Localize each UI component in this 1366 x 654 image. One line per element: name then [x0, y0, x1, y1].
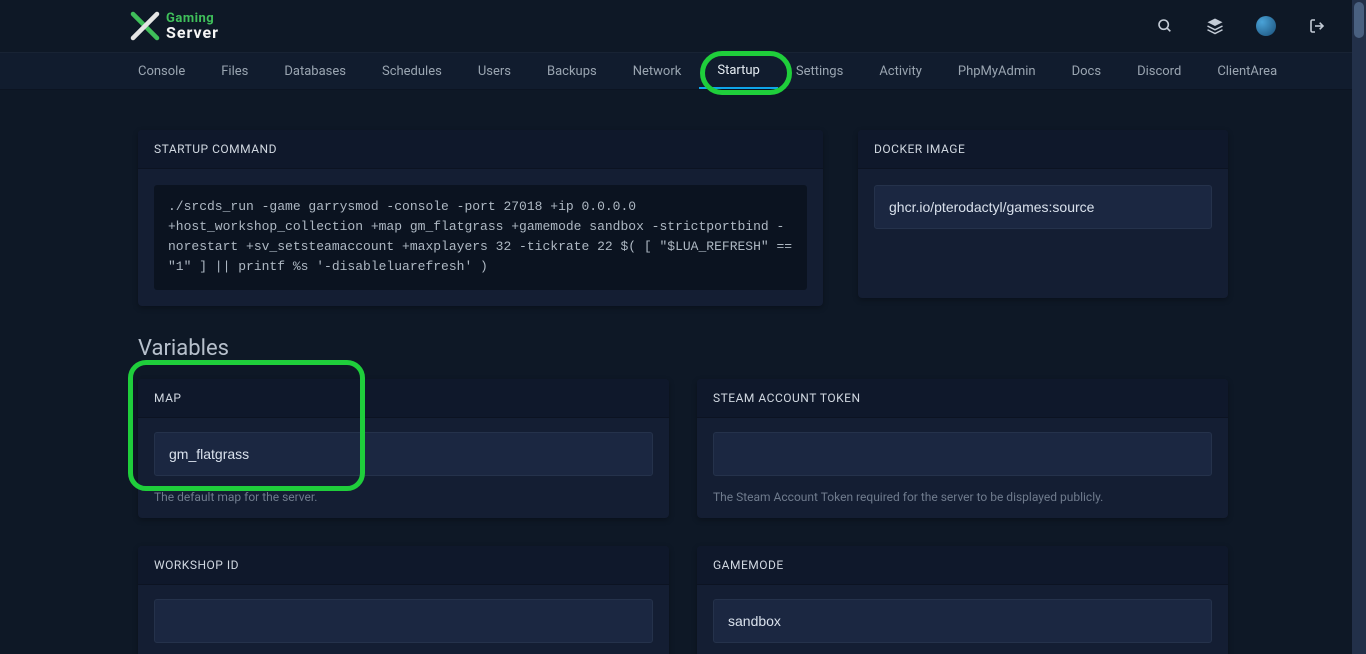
nav-item-network[interactable]: Network: [615, 53, 700, 89]
scrollbar-thumb[interactable]: [1354, 2, 1364, 38]
docker-image-header: DOCKER IMAGE: [858, 130, 1228, 169]
nav-item-schedules[interactable]: Schedules: [364, 53, 460, 89]
nav-item-backups[interactable]: Backups: [529, 53, 615, 89]
nav-item-clientarea[interactable]: ClientArea: [1199, 53, 1295, 89]
page-container: STARTUP COMMAND ./srcds_run -game garrys…: [138, 90, 1228, 654]
startup-command-text: ./srcds_run -game garrysmod -console -po…: [154, 185, 807, 290]
variable-helper: The default map for the server.: [138, 478, 669, 518]
variable-helper: The gamemode of your server.: [697, 645, 1228, 654]
top-actions: [1156, 16, 1326, 36]
nav-item-files[interactable]: Files: [203, 53, 266, 89]
variables-title: Variables: [138, 336, 1228, 361]
variable-header: STEAM ACCOUNT TOKEN: [697, 379, 1228, 418]
scrollbar-gutter[interactable]: [1352, 0, 1366, 654]
nav-item-phpmyadmin[interactable]: PhpMyAdmin: [940, 53, 1054, 89]
nav-item-settings[interactable]: Settings: [778, 53, 861, 89]
nav-item-startup[interactable]: Startup: [699, 53, 778, 89]
search-icon[interactable]: [1156, 17, 1174, 35]
docker-image-input[interactable]: [874, 185, 1212, 229]
logout-icon[interactable]: [1308, 17, 1326, 35]
variable-input[interactable]: [713, 432, 1212, 476]
startup-command-header: STARTUP COMMAND: [138, 130, 823, 169]
globe-icon[interactable]: [1256, 16, 1276, 36]
variable-header: MAP: [138, 379, 669, 418]
variable-card-steam-account-token: STEAM ACCOUNT TOKEN The Steam Account Tok…: [697, 379, 1228, 518]
brand-x-icon: [130, 11, 160, 41]
main-nav: ConsoleFilesDatabasesSchedulesUsersBacku…: [0, 52, 1366, 90]
nav-item-users[interactable]: Users: [460, 53, 529, 89]
variable-helper: The Steam Account Token required for the…: [697, 478, 1228, 518]
startup-command-card: STARTUP COMMAND ./srcds_run -game garrys…: [138, 130, 823, 306]
nav-item-docs[interactable]: Docs: [1054, 53, 1119, 89]
variable-input[interactable]: [154, 599, 653, 643]
nav-item-console[interactable]: Console: [120, 53, 203, 89]
brand-bottom-text: Server: [166, 25, 219, 41]
variable-card-gamemode: GAMEMODE The gamemode of your server.: [697, 546, 1228, 654]
nav-item-discord[interactable]: Discord: [1119, 53, 1199, 89]
variables-grid: MAP The default map for the server. STEAM …: [138, 379, 1228, 654]
top-header: Gaming Server: [0, 0, 1366, 52]
variable-input[interactable]: [154, 432, 653, 476]
layers-icon[interactable]: [1206, 17, 1224, 35]
variable-header: WORKSHOP ID: [138, 546, 669, 585]
brand-logo[interactable]: Gaming Server: [130, 11, 219, 41]
variable-header: GAMEMODE: [697, 546, 1228, 585]
docker-image-card: DOCKER IMAGE: [858, 130, 1228, 298]
variable-card-workshop-id: WORKSHOP ID The ID of your workshop colle…: [138, 546, 669, 654]
variable-helper: The ID of your workshop collection (the …: [138, 645, 669, 654]
nav-item-activity[interactable]: Activity: [861, 53, 940, 89]
variable-card-map: MAP The default map for the server.: [138, 379, 669, 518]
variable-input[interactable]: [713, 599, 1212, 643]
nav-item-databases[interactable]: Databases: [266, 53, 364, 89]
